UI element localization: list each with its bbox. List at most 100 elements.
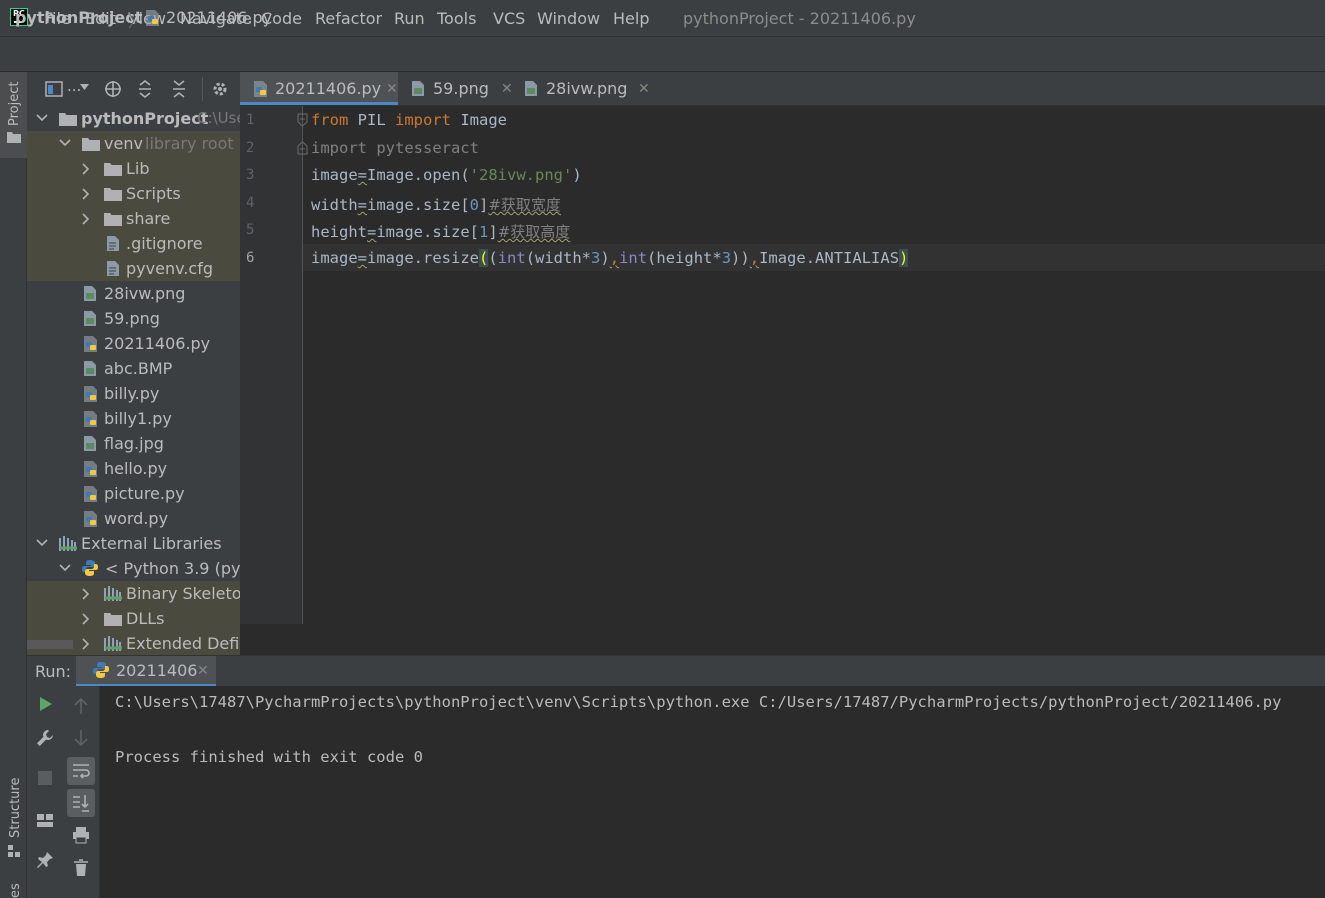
- horizontal-scrollbar[interactable]: [27, 640, 73, 649]
- menu-help[interactable]: Help: [613, 9, 649, 28]
- chevron-right-icon[interactable]: [81, 638, 91, 650]
- tree-item-flag-jpg[interactable]: flag.jpg: [27, 431, 240, 456]
- tree-item-python-sdk[interactable]: < Python 3.9 (pyth: [27, 556, 240, 581]
- tree-item-share[interactable]: share: [27, 206, 240, 231]
- close-icon[interactable]: ✕: [501, 72, 513, 106]
- tree-label: 20211406.py: [104, 334, 211, 353]
- view-mode-icon[interactable]: [45, 81, 63, 97]
- tree-item-dlls[interactable]: DLLs: [27, 606, 240, 631]
- tree-item-28ivw-png[interactable]: 28ivw.png: [27, 281, 240, 306]
- python-file-icon: [254, 81, 267, 97]
- line-number: 3: [246, 167, 255, 183]
- line-number: 6: [246, 250, 255, 266]
- menu-window[interactable]: Window: [537, 9, 600, 28]
- scroll-down-icon[interactable]: [73, 729, 89, 747]
- tree-item-abc-bmp[interactable]: abc.BMP: [27, 356, 240, 381]
- chevron-right-icon[interactable]: [81, 613, 91, 625]
- tab-label: 20211406.py: [275, 79, 382, 98]
- chevron-down-icon[interactable]: [36, 538, 48, 548]
- menu-vcs[interactable]: VCS: [493, 9, 525, 28]
- collapse-all-icon[interactable]: [171, 80, 187, 98]
- chevron-right-icon[interactable]: [81, 588, 91, 600]
- library-icon: [104, 586, 122, 601]
- tree-item-picture-py[interactable]: picture.py: [27, 481, 240, 506]
- rerun-icon[interactable]: [37, 696, 53, 712]
- dropdown-arrow-icon[interactable]: [80, 84, 89, 90]
- chevron-right-icon[interactable]: [81, 213, 91, 225]
- breadcrumb-project[interactable]: pythonProject: [15, 8, 142, 27]
- tree-item-external-libraries[interactable]: External Libraries: [27, 531, 240, 556]
- chevron-down-icon[interactable]: [59, 563, 71, 573]
- python-icon: [82, 560, 98, 576]
- menu-tools[interactable]: Tools: [437, 9, 476, 28]
- soft-wrap-toggle[interactable]: [67, 757, 95, 785]
- layout-icon[interactable]: [36, 812, 54, 828]
- structure-tool-label[interactable]: Structure: [8, 778, 23, 838]
- tree-item-hello-py[interactable]: hello.py: [27, 456, 240, 481]
- tree-label: billy.py: [104, 384, 160, 403]
- tree-item-word-py[interactable]: word.py: [27, 506, 240, 531]
- code-token: image.resize: [367, 249, 479, 267]
- code-token: int: [619, 249, 648, 267]
- favorites-tool-label[interactable]: es: [8, 883, 23, 898]
- tree-item-pyvenv-cfg[interactable]: pyvenv.cfg: [27, 256, 240, 281]
- expand-all-icon[interactable]: [137, 80, 153, 98]
- close-icon[interactable]: ✕: [197, 663, 209, 679]
- tree-item-billy-py[interactable]: billy.py: [27, 381, 240, 406]
- tree-root-pythonproject[interactable]: pythonProject C:\Use: [27, 106, 240, 131]
- code-token: ): [600, 249, 610, 267]
- menu-refactor[interactable]: Refactor: [315, 9, 382, 28]
- code-token: ,: [609, 249, 620, 267]
- scroll-to-end-toggle[interactable]: [67, 789, 95, 817]
- run-panel-header: [27, 655, 1325, 686]
- tree-label: hello.py: [104, 459, 168, 478]
- stop-icon[interactable]: [38, 771, 52, 785]
- tab-28ivw-png[interactable]: 28ivw.png ✕: [520, 72, 650, 105]
- chevron-right-icon[interactable]: [81, 163, 91, 175]
- code-token: 0: [469, 196, 480, 214]
- tab-20211406-py[interactable]: 20211406.py ✕: [240, 72, 398, 105]
- code-token: =: [357, 249, 368, 267]
- code-token: (width*: [525, 249, 592, 267]
- tree-item-lib[interactable]: Lib: [27, 156, 240, 181]
- tree-item-gitignore[interactable]: .gitignore: [27, 231, 240, 256]
- project-tool-label[interactable]: Project: [7, 82, 22, 126]
- close-icon[interactable]: ✕: [638, 72, 650, 106]
- chevron-right-icon[interactable]: [81, 188, 91, 200]
- wrench-icon[interactable]: [36, 729, 54, 747]
- tree-path-hint: library root: [145, 134, 234, 153]
- menu-run[interactable]: Run: [394, 9, 425, 28]
- python-file-icon: [84, 386, 97, 402]
- pin-icon[interactable]: [36, 851, 54, 869]
- tree-item-59-png[interactable]: 59.png: [27, 306, 240, 331]
- python-file-icon: [84, 336, 97, 352]
- tree-item-binary-skeletons[interactable]: Binary Skeleton: [27, 581, 240, 606]
- tab-59-png[interactable]: 59.png ✕: [405, 72, 513, 106]
- fold-marker-icon[interactable]: [297, 113, 308, 127]
- tree-label: External Libraries: [81, 534, 222, 553]
- locate-target-icon[interactable]: [104, 80, 122, 98]
- tree-label: .gitignore: [126, 234, 203, 253]
- tree-item-venv[interactable]: venv library root: [27, 131, 240, 156]
- breadcrumb-file[interactable]: 20211406.py: [166, 8, 272, 27]
- code-line-6: image=image.resize((int(width*3),int(hei…: [311, 249, 909, 267]
- code-token: 3: [591, 249, 601, 267]
- fold-marker-icon[interactable]: [297, 141, 308, 155]
- scroll-up-icon[interactable]: [73, 697, 89, 715]
- gear-icon[interactable]: [211, 80, 229, 98]
- code-line-4: width=image.size[0]#获取宽度: [311, 194, 561, 215]
- chevron-down-icon[interactable]: [59, 138, 71, 148]
- close-icon[interactable]: ✕: [386, 72, 398, 106]
- tree-item-billy1-py[interactable]: billy1.py: [27, 406, 240, 431]
- console-output[interactable]: [100, 686, 1325, 898]
- code-token: image: [311, 166, 358, 184]
- print-icon[interactable]: [72, 826, 90, 844]
- image-file-icon: [84, 361, 96, 376]
- tree-label: Lib: [126, 159, 150, 178]
- tree-item-20211406-py[interactable]: 20211406.py: [27, 331, 240, 356]
- chevron-down-icon[interactable]: [36, 113, 48, 123]
- tree-item-scripts[interactable]: Scripts: [27, 181, 240, 206]
- line-number: 5: [246, 222, 255, 238]
- line-number: 4: [246, 195, 255, 211]
- trash-icon[interactable]: [73, 859, 89, 877]
